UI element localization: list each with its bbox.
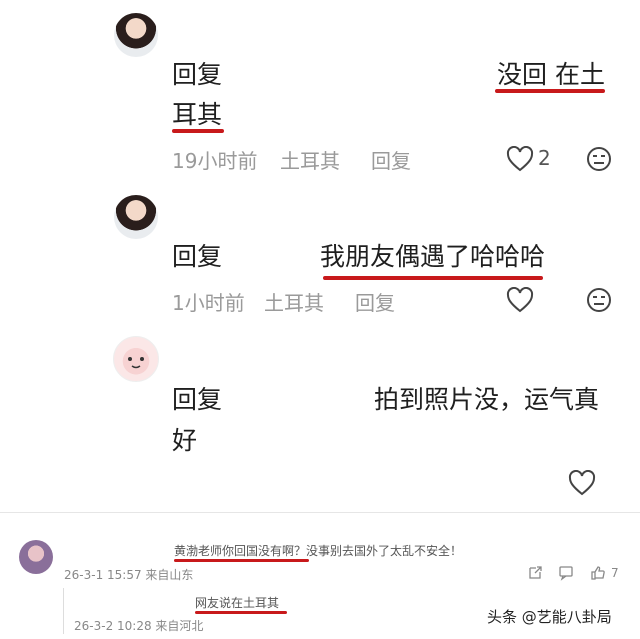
reply-label: 回复 — [172, 60, 223, 89]
avatar[interactable] — [19, 540, 53, 574]
comment-time: 1小时前 — [172, 291, 245, 315]
reply-meta: 26-3-2 10:28 来自河北 — [74, 619, 204, 633]
reply-button[interactable]: 回复 — [355, 287, 395, 316]
emoji-icon[interactable] — [586, 146, 612, 172]
reply-button[interactable]: 回复 — [371, 145, 411, 174]
highlight-underline — [495, 89, 605, 93]
comment-text-continued: 好 — [172, 426, 198, 455]
like-count: 7 — [611, 566, 619, 580]
watermark: 头条 @艺能八卦局 — [487, 608, 612, 626]
comment-text-continued: 耳其 — [172, 100, 223, 129]
comment-text: 我朋友偶遇了哈哈哈 — [320, 242, 546, 271]
avatar[interactable] — [113, 336, 159, 382]
like-count: 2 — [538, 146, 551, 170]
thumbs-up-icon[interactable] — [590, 565, 606, 581]
highlight-underline — [195, 611, 287, 614]
reply-label: 回复 — [172, 385, 223, 414]
divider — [0, 512, 640, 513]
share-icon[interactable] — [527, 565, 543, 581]
comment-text: 拍到照片没，运气真 — [374, 385, 600, 414]
heart-icon[interactable] — [568, 470, 596, 496]
emoji-icon[interactable] — [586, 287, 612, 313]
comment-text: 黄渤老师你回国没有啊？没事别去国外了太乱不安全！ — [174, 544, 463, 558]
comment-location: 土耳其 — [264, 291, 324, 315]
comment-meta: 26-3-1 15:57 来自山东 — [64, 568, 194, 582]
comment-time: 19小时前 — [172, 149, 258, 173]
reply-thread-line — [63, 588, 64, 634]
heart-icon[interactable] — [506, 287, 534, 313]
highlight-underline — [172, 129, 224, 133]
highlight-underline — [174, 559, 309, 562]
avatar[interactable] — [114, 13, 158, 57]
heart-icon[interactable] — [506, 146, 534, 172]
avatar[interactable] — [114, 195, 158, 239]
highlight-underline — [323, 276, 543, 280]
reply-label: 回复 — [172, 242, 223, 271]
comment-location: 土耳其 — [280, 149, 340, 173]
comment-icon[interactable] — [558, 565, 574, 581]
comment-text: 没回 在土 — [497, 60, 605, 89]
reply-text: 网友说在土耳其 — [195, 596, 280, 610]
